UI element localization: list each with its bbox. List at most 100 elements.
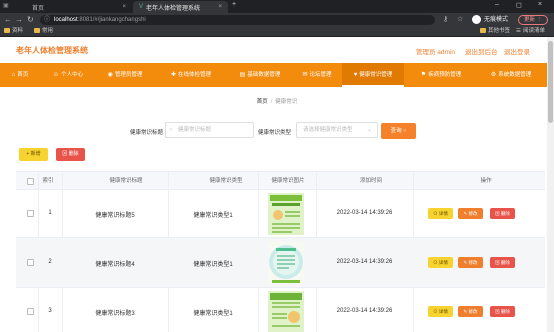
nav-item-admin[interactable]: ◉ 管理员管理 <box>100 63 150 87</box>
bookmark-reading-list[interactable]: ☰ 阅读清单 <box>516 27 545 36</box>
url-host: localhost <box>54 17 78 23</box>
type-select-label: 健康常识类型 <box>258 130 292 136</box>
bookmark-folder-ziliao[interactable]: 资料 <box>4 27 23 36</box>
row-index: 3 <box>48 308 52 314</box>
browser-tab-bar: ▣ 首页 × V 老年人体检管理系统 × + – ◻ × <box>0 0 554 13</box>
nav-item-home[interactable]: ⌂ 首页 <box>0 63 40 87</box>
browser-tab-home[interactable]: 首页 × <box>26 1 132 13</box>
system-icon: ⚙ <box>490 72 497 78</box>
app-header: 老年人体检管理系统 管理员 admin 退出到后台 退出登录 <box>0 37 554 63</box>
breadcrumb-separator: / <box>270 99 273 105</box>
nav-item-forum[interactable]: ✉ 论坛管理 <box>297 63 337 87</box>
folder-icon <box>4 28 10 34</box>
table-header: 索引 健康常识标题 健康常识类型 健康常识图片 添加时间 操作 <box>16 172 545 190</box>
admin-label: 管理员 admin <box>416 49 456 56</box>
app-title: 老年人体检管理系统 <box>16 46 88 55</box>
select-all-checkbox[interactable] <box>27 178 34 185</box>
table-row: 2 健康常识标题4 健康常识类型1 2022-03-14 14:39:26 ⊙ … <box>16 238 545 288</box>
nav-item-system[interactable]: ⚙ 系统数据管理 <box>480 63 542 87</box>
check-icon: ✚ <box>170 72 176 78</box>
row-index: 1 <box>48 210 52 216</box>
table-row: 3 健康常识标题3 健康常识类型1 2022-03-14 14:39:26 ⊙ … <box>16 288 545 332</box>
batch-delete-button[interactable]: ⊠ 删除 <box>56 148 85 161</box>
scrollbar-thumb[interactable] <box>548 41 553 123</box>
nav-item-basedata[interactable]: ▤ 基础数据管理 <box>232 63 288 87</box>
col-header-time: 添加时间 <box>359 178 382 184</box>
bookmark-other[interactable]: 其他书签 <box>480 27 510 36</box>
nav-item-personal[interactable]: ☺ 个人中心 <box>48 63 88 87</box>
detail-button[interactable]: ⊙ 详情 <box>428 208 453 219</box>
row-checkbox[interactable] <box>27 210 34 217</box>
row-type: 健康常识类型1 <box>193 213 233 219</box>
browser-menu-icon[interactable]: ▣ <box>3 2 9 11</box>
row-type: 健康常识类型1 <box>193 311 233 317</box>
col-header-title: 健康常识标题 <box>109 178 143 184</box>
health-poster-image <box>268 193 304 235</box>
forum-icon: ✉ <box>302 72 308 78</box>
key-icon[interactable]: ⚷ <box>443 16 448 24</box>
close-icon[interactable]: × <box>218 4 222 10</box>
row-checkbox[interactable] <box>27 308 34 315</box>
delete-button[interactable]: ⊠ 删除 <box>490 306 515 317</box>
folder-icon <box>34 28 40 34</box>
url-input[interactable]: ⓘ localhost:8081/#/jiankangchangshi <box>40 15 435 25</box>
row-title: 健康常识标题3 <box>95 311 135 317</box>
star-icon[interactable]: ☆ <box>457 16 463 24</box>
title-search-input[interactable]: ○ 健康常识标题 <box>165 122 254 138</box>
add-button[interactable]: + 新增 <box>19 148 48 161</box>
title-search-label: 健康常识标题 <box>130 130 164 136</box>
row-time: 2022-03-14 14:39:26 <box>336 308 393 314</box>
folder-icon <box>480 28 486 34</box>
row-title: 健康常识标题5 <box>95 213 135 219</box>
new-tab-icon[interactable]: + <box>232 1 236 8</box>
row-type: 健康常识类型1 <box>193 262 233 268</box>
edit-button[interactable]: ✎ 修改 <box>458 257 483 268</box>
home-icon: ⌂ <box>11 72 16 78</box>
health-poster-image <box>268 291 304 332</box>
update-button[interactable]: 更新 ⋮ <box>518 15 549 25</box>
nav-item-checkup[interactable]: ✚ 在线体检管理 <box>163 63 219 87</box>
backend-link[interactable]: 退出到后台 <box>465 46 498 56</box>
edit-button[interactable]: ✎ 修改 <box>458 208 483 219</box>
query-button[interactable]: 查询 ○ <box>381 123 416 139</box>
type-select[interactable]: 请选择健康常识类型 ⌄ <box>296 122 378 138</box>
minimize-icon[interactable]: – <box>495 1 499 8</box>
breadcrumb-home[interactable]: 首页 <box>257 99 268 105</box>
edit-button[interactable]: ✎ 修改 <box>458 306 483 317</box>
back-icon[interactable]: ← <box>4 15 12 24</box>
row-title: 健康常识标题4 <box>95 262 135 268</box>
row-time: 2022-03-14 14:39:26 <box>336 259 393 265</box>
delete-button[interactable]: ⊠ 删除 <box>490 208 515 219</box>
health-knowledge-table: 索引 健康常识标题 健康常识类型 健康常识图片 添加时间 操作 1 健康常识标题… <box>16 171 545 332</box>
detail-button[interactable]: ⊙ 详情 <box>428 257 453 268</box>
detail-button[interactable]: ⊙ 详情 <box>428 306 453 317</box>
main-nav: ⌂ 首页 ☺ 个人中心 ◉ 管理员管理 ✚ 在线体检管理 ▤ 基础数据管理 ✉ 论坛管理 ♥… <box>0 63 554 87</box>
bookmark-folder-changyong[interactable]: 常用 <box>34 27 53 36</box>
breadcrumb: 首页 / 健康常识 <box>0 97 554 105</box>
maximize-icon[interactable]: ◻ <box>516 1 522 9</box>
reading-list-icon: ☰ <box>516 28 521 34</box>
delete-button[interactable]: ⊠ 删除 <box>490 257 515 268</box>
col-header-actions: 操作 <box>480 178 492 184</box>
col-header-index: 索引 <box>42 178 54 184</box>
reload-icon[interactable]: ↻ <box>27 15 34 24</box>
row-checkbox[interactable] <box>27 259 34 266</box>
health-poster-image <box>268 242 304 284</box>
url-path: :8081/#/jiankangchangshi <box>77 17 146 23</box>
page-scrollbar[interactable] <box>547 37 554 332</box>
window-close-icon[interactable]: × <box>538 1 542 8</box>
close-icon[interactable]: × <box>122 4 126 10</box>
chevron-down-icon: ⌄ <box>366 127 372 133</box>
health-icon: ♥ <box>353 72 358 78</box>
logout-link[interactable]: 退出登录 <box>504 46 530 56</box>
forward-icon[interactable]: → <box>15 15 23 24</box>
admin-icon: ◉ <box>107 72 113 78</box>
nav-item-health[interactable]: ♥ 健康常识管理 <box>342 63 404 87</box>
browser-tab-active[interactable]: V 老年人体检管理系统 × <box>133 1 228 13</box>
browser-tab-title: 老年人体检管理系统 <box>146 5 201 12</box>
incognito-profile[interactable]: 无痕模式 <box>472 15 508 25</box>
nav-item-prevent[interactable]: ⚑ 疾病预防管理 <box>412 63 470 87</box>
browser-tab-title: 首页 <box>32 5 45 12</box>
prevent-icon: ⚑ <box>420 72 427 78</box>
user-icon: ☺ <box>52 72 60 78</box>
